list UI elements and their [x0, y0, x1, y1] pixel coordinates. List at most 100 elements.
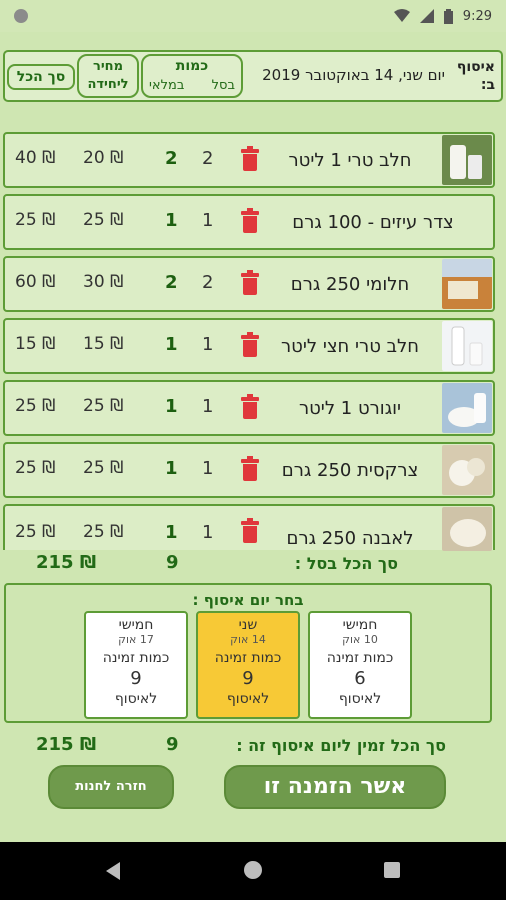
product-image — [442, 507, 492, 551]
item-quantity-basket: 1 — [202, 458, 214, 479]
item-unit-price: 25 ₪ — [83, 522, 124, 542]
item-total: 60 ₪ — [15, 272, 56, 292]
delete-icon[interactable] — [241, 394, 259, 419]
item-quantity-basket: 2 — [202, 272, 214, 293]
circle-indicator-icon — [14, 9, 28, 23]
cart-item-row: יוגורט 1 ליטר 1 1 25 ₪ 25 ₪ — [3, 380, 495, 436]
total-header: סך הכל — [7, 64, 75, 90]
pickup-text: לאיסוף — [338, 691, 382, 707]
basket-count: 9 — [166, 552, 179, 573]
available-qty: 9 — [130, 668, 142, 689]
cart-item-row: חלב טרי חצי ליטר 1 1 15 ₪ 15 ₪ — [3, 318, 495, 374]
delete-icon[interactable] — [241, 208, 259, 233]
item-quantity-stock: 2 — [165, 272, 178, 293]
item-total: 15 ₪ — [15, 334, 56, 354]
back-to-store-button[interactable]: חזרה לחנות — [48, 765, 174, 809]
available-qty: 9 — [242, 668, 254, 689]
navigation-bar — [0, 842, 506, 900]
delete-icon[interactable] — [241, 332, 259, 357]
pickup-day-selector: בחר יום איסוף : חמישי 10 אוק כמות זמינה … — [4, 583, 492, 723]
pickup-date: יום שני, 14 באוקטובר 2019 — [262, 66, 445, 84]
signal-icon — [419, 9, 434, 23]
basket-total: 215 ₪ — [36, 552, 97, 573]
day-card[interactable]: חמישי 17 אוק כמות זמינה 9 לאיסוף — [84, 611, 188, 719]
back-icon[interactable] — [106, 862, 120, 880]
cart-item-row: צדר עיזים - 100 גרם 1 1 25 ₪ 25 ₪ — [3, 194, 495, 250]
day-card[interactable]: חמישי 10 אוק כמות זמינה 6 לאיסוף — [308, 611, 412, 719]
item-quantity-stock: 1 — [165, 334, 178, 355]
item-unit-price: 15 ₪ — [83, 334, 124, 354]
available-qty-label: כמות זמינה — [214, 650, 282, 666]
clock: 9:29 — [462, 8, 492, 24]
delete-icon[interactable] — [241, 146, 259, 171]
item-unit-price: 25 ₪ — [83, 210, 124, 230]
day-count: 9 — [166, 734, 179, 755]
item-quantity-stock: 1 — [165, 210, 178, 231]
battery-icon — [443, 8, 453, 24]
basket-summary: סך הכל בסל : 9 215 ₪ — [0, 550, 506, 580]
item-name: יוגורט 1 ליטר — [298, 397, 402, 419]
product-image — [442, 445, 492, 495]
unit-price-header: מחיר ליחידה — [77, 54, 139, 98]
item-quantity-stock: 1 — [165, 396, 178, 417]
item-total: 25 ₪ — [15, 522, 56, 542]
product-image — [442, 259, 492, 309]
product-image — [442, 383, 492, 433]
status-bar: 9:29 — [0, 0, 506, 32]
pickup-label: איסוף ב: — [456, 59, 495, 93]
item-quantity-basket: 2 — [202, 148, 214, 169]
item-total: 25 ₪ — [15, 396, 56, 416]
delete-icon[interactable] — [241, 270, 259, 295]
cart-item-row: צרקסית 250 גרם 1 1 25 ₪ 25 ₪ — [3, 442, 495, 498]
item-quantity-basket: 1 — [202, 334, 214, 355]
pickup-text: לאיסוף — [226, 691, 270, 707]
item-quantity-basket: 1 — [202, 396, 214, 417]
day-total: 215 ₪ — [36, 734, 97, 755]
day-card-selected[interactable]: שני 14 אוק כמות זמינה 9 לאיסוף — [196, 611, 300, 719]
pickup-text: לאיסוף — [114, 691, 158, 707]
item-unit-price: 30 ₪ — [83, 272, 124, 292]
day-date: 14 אוק — [230, 633, 266, 646]
available-qty-label: כמות זמינה — [102, 650, 170, 666]
recent-apps-icon[interactable] — [384, 862, 400, 878]
item-quantity-stock: 1 — [165, 522, 178, 543]
delete-icon[interactable] — [241, 518, 259, 543]
item-unit-price: 25 ₪ — [83, 396, 124, 416]
home-icon[interactable] — [244, 861, 262, 879]
product-image — [442, 135, 492, 185]
item-name: צדר עיזים - 100 גרם — [292, 211, 454, 233]
cart-item-row: לאבנה 250 גרם 1 1 25 ₪ 25 ₪ — [3, 504, 495, 551]
quantity-title: כמות — [175, 58, 209, 74]
item-unit-price: 25 ₪ — [83, 458, 124, 478]
quantity-basket-label: בסל — [211, 78, 235, 93]
item-quantity-basket: 1 — [202, 210, 214, 231]
day-date: 17 אוק — [118, 633, 154, 646]
item-quantity-stock: 1 — [165, 458, 178, 479]
cart-item-row: חלב טרי 1 ליטר 2 2 20 ₪ 40 ₪ — [3, 132, 495, 188]
item-total: 25 ₪ — [15, 458, 56, 478]
pickup-day-title: בחר יום איסוף : — [192, 591, 304, 609]
day-summary: סך הכל זמין ליום איסוף זה : 9 215 ₪ — [0, 732, 506, 762]
basket-summary-label: סך הכל בסל : — [294, 554, 398, 573]
product-image — [442, 321, 492, 371]
cart-header: איסוף ב: יום שני, 14 באוקטובר 2019 כמות … — [3, 50, 503, 102]
wifi-icon — [393, 9, 410, 22]
available-qty-label: כמות זמינה — [326, 650, 394, 666]
item-total: 40 ₪ — [15, 148, 56, 168]
confirm-order-button[interactable]: אשר הזמנה זו — [224, 765, 446, 809]
item-unit-price: 20 ₪ — [83, 148, 124, 168]
item-name: חלומי 250 גרם — [290, 273, 410, 295]
day-name: שני — [238, 617, 258, 633]
item-name: צרקסית 250 גרם — [281, 459, 419, 481]
day-summary-label: סך הכל זמין ליום איסוף זה : — [236, 736, 446, 755]
quantity-stock-label: במלאי — [149, 78, 185, 93]
item-total: 25 ₪ — [15, 210, 56, 230]
item-name: חלב טרי חצי ליטר — [281, 335, 419, 357]
item-quantity-basket: 1 — [202, 522, 214, 543]
quantity-header: כמות בסל במלאי — [141, 54, 243, 98]
delete-icon[interactable] — [241, 456, 259, 481]
day-name: חמישי — [118, 617, 154, 633]
day-name: חמישי — [342, 617, 378, 633]
available-qty: 6 — [354, 668, 366, 689]
item-quantity-stock: 2 — [165, 148, 178, 169]
